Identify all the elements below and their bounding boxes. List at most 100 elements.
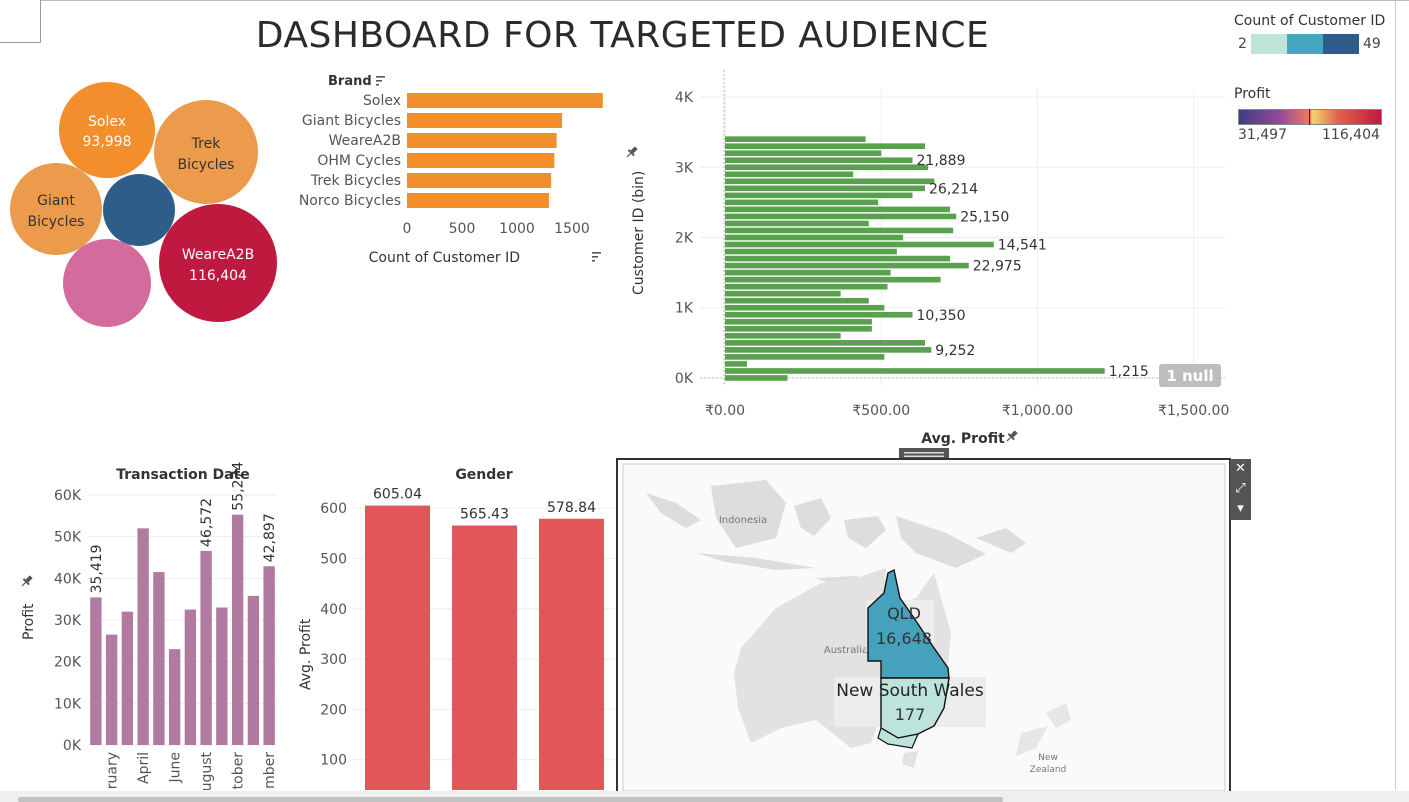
bubble-unlabeled-blue[interactable] bbox=[103, 174, 175, 246]
bin-bar-label: 21,889 bbox=[917, 153, 966, 169]
gender-y-tick: 100 bbox=[320, 753, 347, 769]
bubble-circle bbox=[59, 82, 155, 178]
bin-bar[interactable] bbox=[725, 241, 994, 248]
bubble-weare[interactable]: WeareA2B 116,404 bbox=[159, 204, 277, 322]
date-y-tick: 40K bbox=[54, 571, 82, 587]
menu-arrow-icon[interactable]: ▾ bbox=[1230, 499, 1251, 519]
brand-bar[interactable] bbox=[407, 193, 549, 208]
date-bar[interactable] bbox=[231, 514, 244, 745]
brand-bar[interactable] bbox=[407, 113, 563, 128]
bin-bar[interactable] bbox=[725, 206, 950, 213]
date-bar[interactable] bbox=[200, 550, 212, 745]
gender-bar[interactable] bbox=[539, 518, 604, 790]
close-icon[interactable]: ✕ bbox=[1230, 459, 1251, 479]
bin-bar[interactable] bbox=[725, 375, 788, 381]
date-bar[interactable] bbox=[137, 528, 149, 745]
pin-icon[interactable] bbox=[624, 145, 639, 160]
legend-count-title: Count of Customer ID bbox=[1234, 13, 1386, 29]
date-bar-label: 35,419 bbox=[89, 544, 105, 593]
bin-bar[interactable] bbox=[725, 171, 854, 178]
gender-bar[interactable] bbox=[452, 525, 517, 790]
bin-bar[interactable] bbox=[725, 213, 957, 220]
bubble-circle bbox=[159, 204, 277, 322]
null-badge[interactable]: 1 null bbox=[1159, 364, 1221, 387]
bin-bar[interactable] bbox=[725, 354, 885, 360]
popout-icon[interactable]: ⤢ bbox=[1230, 479, 1251, 499]
bubble-trek[interactable]: Trek Bicycles bbox=[154, 100, 258, 204]
bubble-solex[interactable]: Solex 93,998 bbox=[59, 82, 155, 178]
bin-y-tick: 4K bbox=[675, 90, 694, 106]
bin-x-label: Avg. Profit bbox=[921, 431, 1005, 447]
bin-bar[interactable] bbox=[725, 262, 969, 269]
bin-bar[interactable] bbox=[725, 255, 950, 262]
date-bar[interactable] bbox=[247, 595, 260, 745]
bin-bar[interactable] bbox=[725, 227, 954, 234]
date-bar[interactable] bbox=[216, 607, 228, 746]
bin-bar[interactable] bbox=[725, 157, 913, 164]
bin-bar[interactable] bbox=[725, 164, 929, 171]
date-bar[interactable] bbox=[90, 597, 102, 745]
date-x-tick: April bbox=[136, 752, 152, 784]
brand-bar-chart: Brand Solex Giant Bicycles WeareA2B OHM Cyc… bbox=[299, 74, 603, 266]
date-bar[interactable] bbox=[153, 572, 165, 745]
bin-bar[interactable] bbox=[725, 150, 882, 157]
brand-bar[interactable] bbox=[407, 133, 557, 148]
date-x-tick: mber bbox=[262, 752, 278, 789]
legend-profit: Profit 31,497 116,404 bbox=[1234, 86, 1382, 145]
gender-bar-label: 605.04 bbox=[373, 487, 422, 503]
date-bar-label: 46,572 bbox=[199, 498, 215, 547]
bin-bar[interactable] bbox=[725, 192, 913, 199]
bubble-circle bbox=[154, 100, 258, 204]
date-bar[interactable] bbox=[105, 634, 118, 745]
date-y-tick: 50K bbox=[54, 530, 82, 546]
bin-bar[interactable] bbox=[725, 185, 925, 192]
bin-bar[interactable] bbox=[725, 304, 885, 311]
gender-bar[interactable] bbox=[365, 505, 430, 790]
date-bar[interactable] bbox=[263, 566, 275, 745]
brand-category-label: Norco Bicycles bbox=[299, 193, 401, 209]
sort-icon[interactable] bbox=[376, 76, 385, 86]
brand-bar[interactable] bbox=[407, 173, 552, 188]
bin-bar[interactable] bbox=[725, 136, 866, 142]
bin-bar[interactable] bbox=[725, 318, 872, 325]
bin-bar[interactable] bbox=[725, 248, 897, 255]
legend-profit-marker bbox=[1309, 109, 1310, 125]
bin-bar[interactable] bbox=[725, 290, 841, 297]
bin-bar[interactable] bbox=[725, 220, 869, 227]
brand-x-tick: 0 bbox=[403, 221, 412, 237]
bin-bar[interactable] bbox=[725, 326, 872, 332]
legend-count: Count of Customer ID 2 49 bbox=[1234, 13, 1385, 56]
pin-icon[interactable] bbox=[19, 574, 34, 589]
bubble-unlabeled-pink[interactable] bbox=[63, 239, 151, 327]
bin-bar[interactable] bbox=[725, 368, 1105, 374]
bin-bar[interactable] bbox=[725, 234, 904, 241]
brand-bar[interactable] bbox=[407, 93, 603, 108]
bin-bar[interactable] bbox=[725, 199, 879, 206]
bin-bar[interactable] bbox=[725, 347, 932, 353]
date-bar-label: 55,274 bbox=[231, 462, 247, 511]
map-view[interactable]: Indonesia Australia New Zealand QLD 16,6… bbox=[616, 458, 1231, 791]
date-bar[interactable] bbox=[184, 609, 197, 745]
bin-bar[interactable] bbox=[725, 143, 925, 149]
date-bar[interactable] bbox=[168, 649, 181, 745]
bin-bar[interactable] bbox=[725, 297, 869, 304]
bin-bar[interactable] bbox=[725, 311, 913, 318]
bin-bar[interactable] bbox=[725, 276, 941, 283]
bin-y-tick: 2K bbox=[675, 231, 694, 247]
date-bar[interactable] bbox=[121, 611, 134, 745]
bubble-label-line1: Giant bbox=[37, 193, 75, 209]
bin-bar[interactable] bbox=[725, 269, 891, 276]
bin-x-tick: ₹1,000.00 bbox=[1002, 403, 1073, 419]
bin-bar[interactable] bbox=[725, 361, 747, 367]
bubble-giant[interactable]: Giant Bicycles bbox=[10, 163, 102, 255]
bin-bar[interactable] bbox=[725, 333, 841, 339]
bubble-label-line2: Bicycles bbox=[28, 214, 85, 230]
bin-bar[interactable] bbox=[725, 283, 888, 290]
bin-bar[interactable] bbox=[725, 340, 925, 346]
sort-icon[interactable] bbox=[592, 252, 601, 262]
brand-bar[interactable] bbox=[407, 153, 555, 168]
bin-bar[interactable] bbox=[725, 178, 935, 185]
scrollbar-thumb[interactable] bbox=[18, 797, 1003, 802]
brand-x-tick: 500 bbox=[449, 221, 476, 237]
pin-icon[interactable] bbox=[1004, 429, 1019, 444]
